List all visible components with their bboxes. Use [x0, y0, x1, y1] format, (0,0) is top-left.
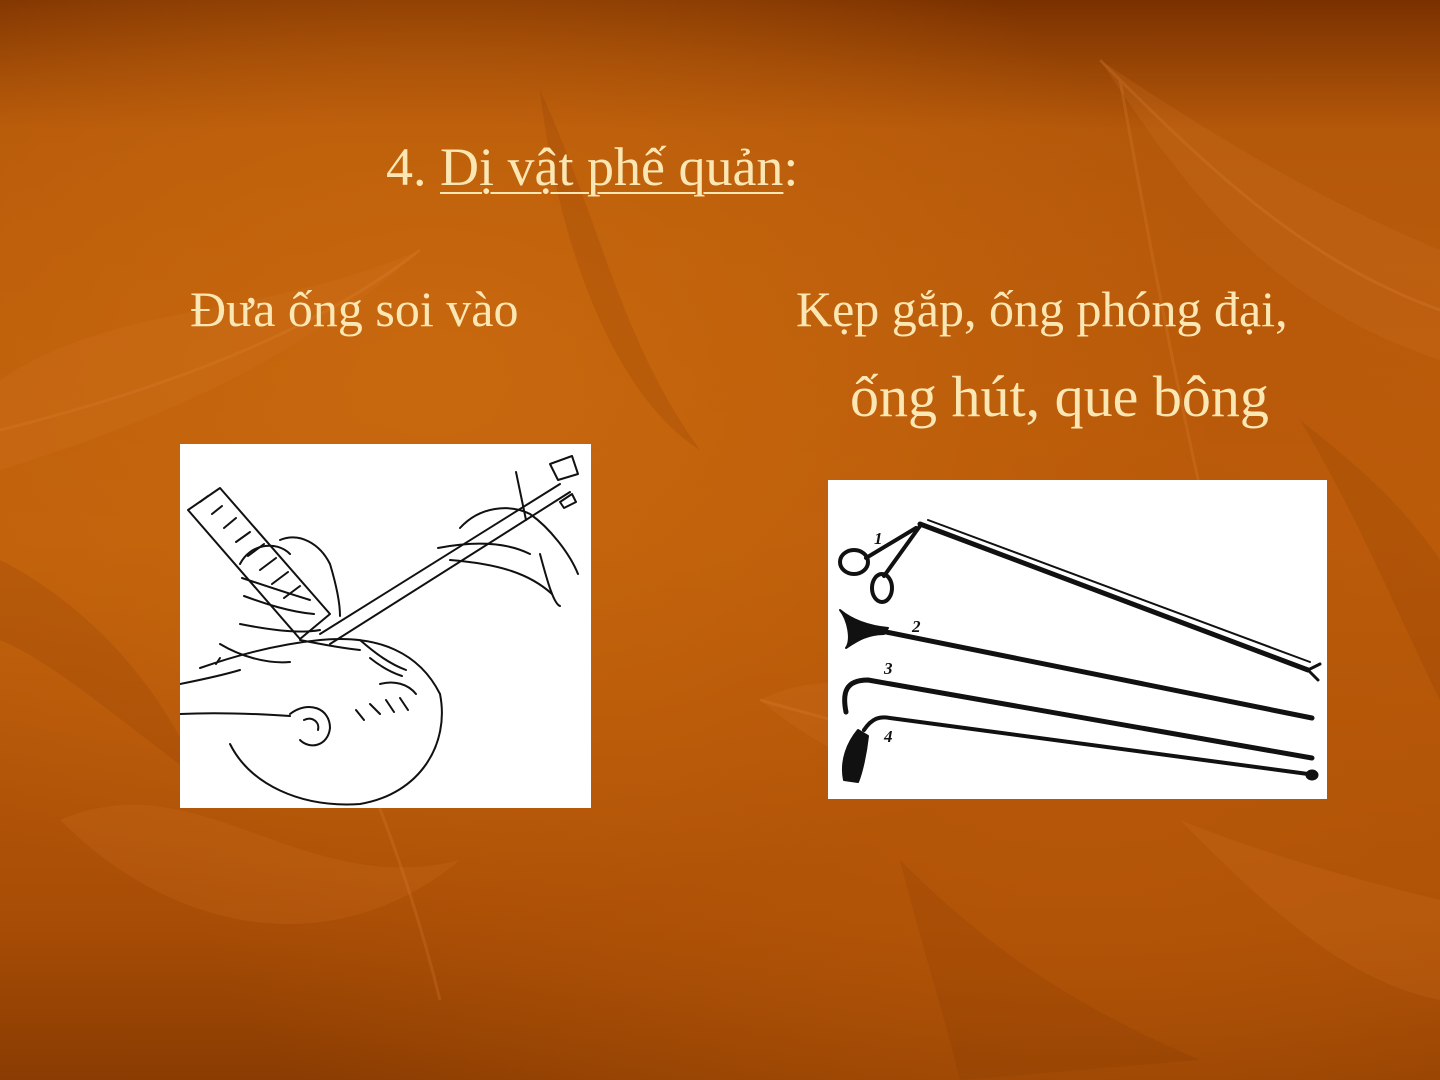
slide: 4. Dị vật phế quản: Đưa ống soi vào Kẹp …	[0, 0, 1440, 1080]
instrument-label-1: 1	[874, 529, 883, 548]
instrument-label-2: 2	[911, 617, 921, 636]
bronchoscopy-drawing	[180, 455, 579, 806]
instrument-label-4: 4	[883, 727, 893, 746]
caption-right-line1: Kẹp gắp, ống phóng đại,	[796, 281, 1288, 337]
caption-right-line2: ống hút, que bông	[850, 364, 1269, 429]
slide-title: 4. Dị vật phế quản:	[386, 137, 799, 197]
instrument-label-3: 3	[883, 659, 893, 678]
slide-title-underlined: Dị vật phế quản	[440, 137, 784, 197]
instruments-illustration: 1 2 3 4	[828, 480, 1327, 799]
bronchoscopy-illustration	[180, 444, 591, 808]
instruments-drawing: 1 2 3 4	[838, 519, 1322, 783]
caption-left: Đưa ống soi vào	[190, 281, 519, 337]
